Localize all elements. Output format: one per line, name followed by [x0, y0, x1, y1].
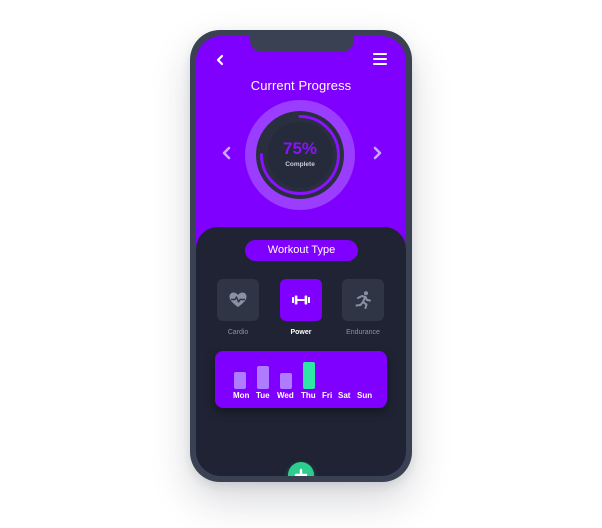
dumbbell-icon — [292, 295, 310, 305]
workout-type-pill[interactable]: Workout Type — [245, 240, 358, 261]
previous-button[interactable] — [218, 144, 236, 162]
page-title: Current Progress — [250, 78, 352, 93]
back-button[interactable] — [212, 52, 228, 68]
day-bar-thu — [303, 362, 315, 389]
day-fri[interactable]: Fri — [322, 391, 332, 400]
day-bar-tue — [257, 366, 269, 389]
day-wed[interactable]: Wed — [277, 391, 294, 400]
phone-frame: Current Progress 75% Complete Workout Ty… — [190, 30, 412, 482]
stage: Current Progress 75% Complete Workout Ty… — [0, 0, 602, 528]
day-sat[interactable]: Sat — [338, 391, 350, 400]
day-mon[interactable]: Mon — [233, 391, 249, 400]
progress-caption: Complete — [285, 161, 315, 168]
power-button[interactable] — [280, 279, 322, 321]
day-bar-mon — [234, 372, 246, 389]
day-sun[interactable]: Sun — [357, 391, 372, 400]
app-screen: Current Progress 75% Complete Workout Ty… — [196, 36, 406, 476]
heartbeat-icon — [229, 292, 247, 307]
cardio-label: Cardio — [227, 329, 249, 336]
menu-button[interactable] — [373, 53, 387, 67]
plus-icon — [294, 468, 308, 476]
power-label: Power — [290, 329, 312, 336]
day-thu[interactable]: Thu — [301, 391, 316, 400]
progress-center: 75% Complete — [267, 122, 333, 188]
chevron-right-icon — [373, 146, 382, 160]
chevron-left-icon — [216, 54, 224, 66]
hamburger-menu-icon — [373, 53, 387, 55]
progress-track: 75% Complete — [256, 111, 344, 199]
chevron-left-icon — [222, 146, 231, 160]
running-icon — [355, 291, 371, 309]
day-bar-wed — [280, 373, 292, 389]
endurance-button[interactable] — [342, 279, 384, 321]
weekly-activity-card: Mon Tue Wed Thu Fri Sat Sun — [215, 351, 387, 408]
weekly-bars — [215, 351, 387, 389]
cardio-button[interactable] — [217, 279, 259, 321]
next-button[interactable] — [368, 144, 386, 162]
endurance-label: Endurance — [346, 329, 380, 336]
progress-percent: 75% — [282, 139, 318, 158]
phone-notch — [250, 36, 354, 52]
workout-panel: Workout Type Cardio Power Endurance Mon … — [196, 227, 406, 476]
add-workout-button[interactable] — [288, 462, 314, 476]
progress-ring: 75% Complete — [245, 100, 355, 210]
day-tue[interactable]: Tue — [256, 391, 270, 400]
